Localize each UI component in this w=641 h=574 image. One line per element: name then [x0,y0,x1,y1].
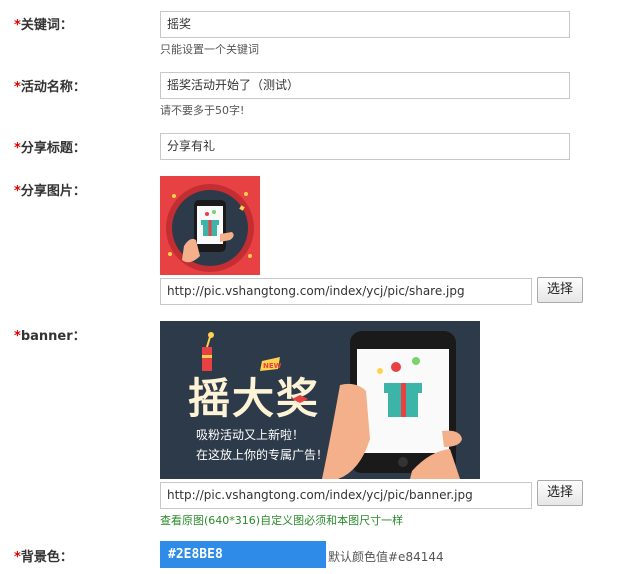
keyword-input[interactable]: 摇奖 [160,11,570,38]
banner-select-button[interactable]: 选择 [537,480,583,506]
banner-line1-text: 吸粉活动又上新啦！ [196,427,304,442]
banner-line2-text: 在这放上你的专属广告！ [196,447,328,462]
banner-badge-text: NEW [263,362,282,370]
share-image-url-input[interactable]: http://pic.vshangtong.com/index/ycj/pic/… [160,278,532,305]
banner-size-hint-link[interactable]: 查看原图(640*316)自定义图必须和本图尺寸一样 [160,512,403,528]
activity-name-input[interactable]: 摇奖活动开始了（测试） [160,72,570,99]
share-title-label: *分享标题： [14,141,86,156]
activity-name-label: *活动名称： [14,80,86,95]
share-image-preview [160,176,260,275]
share-image-label: *分享图片： [14,184,86,199]
keyword-label: *关键词： [14,18,73,33]
banner-url-input[interactable]: http://pic.vshangtong.com/index/ycj/pic/… [160,482,532,509]
bg-color-default-note: 默认颜色值#e84144 [328,550,444,564]
keyword-hint: 只能设置一个关键词 [160,43,259,56]
banner-image-preview: NEW 摇大奖 吸粉活动又上新啦！ 在这放上你的专属广告！ [160,321,480,479]
banner-label: *banner： [14,329,86,344]
share-title-input[interactable]: 分享有礼 [160,133,570,160]
activity-name-hint: 请不要多于50字! [160,104,245,117]
bg-color-label: *背景色： [14,550,73,565]
share-image-select-button[interactable]: 选择 [537,277,583,303]
bg-color-input[interactable]: #2E8BE8 [160,541,326,568]
